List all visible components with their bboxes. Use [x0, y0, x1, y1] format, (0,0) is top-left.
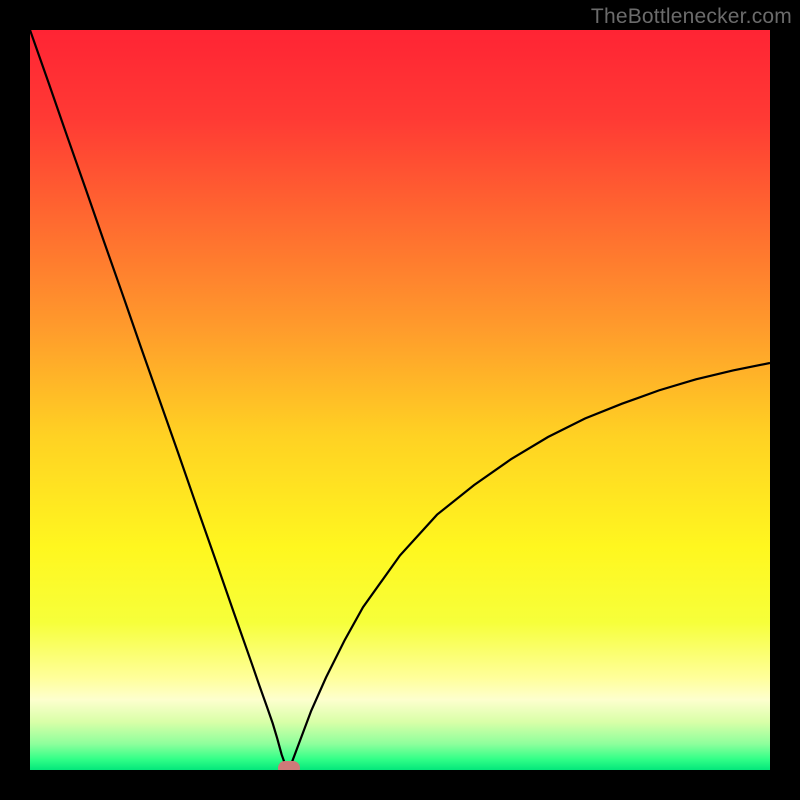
watermark-text: TheBottlenecker.com — [591, 5, 792, 29]
plot-area — [30, 30, 770, 770]
bottleneck-curve — [30, 30, 770, 770]
chart-frame: TheBottlenecker.com — [0, 0, 800, 800]
optimal-marker — [278, 761, 300, 770]
